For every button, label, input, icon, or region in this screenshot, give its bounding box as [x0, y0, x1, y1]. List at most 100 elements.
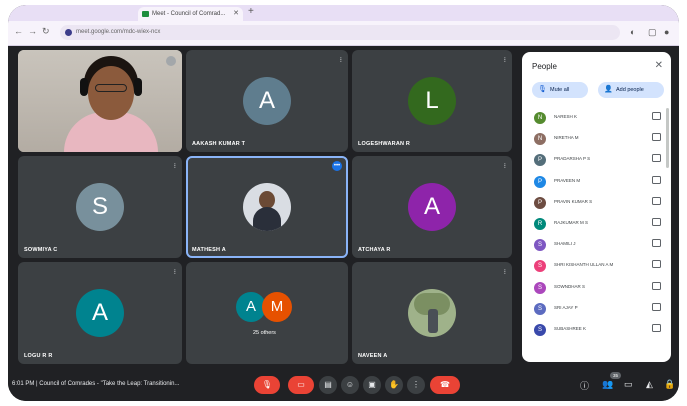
people-list-item[interactable]: R RAJKUMAR M S — [530, 214, 665, 235]
people-icon[interactable]: 👥 — [602, 379, 613, 390]
tab-title: Meet - Council of Comrad... — [152, 11, 226, 17]
people-list-item[interactable]: S SUBASHREE K — [530, 320, 665, 341]
more-icon[interactable]: ⁝ — [340, 56, 342, 64]
people-list-item[interactable]: S SOWNDHAR S — [530, 278, 665, 299]
person-avatar: R — [534, 217, 546, 230]
captions-button[interactable]: ▤ — [319, 376, 337, 394]
more-icon[interactable]: ⁝ — [504, 268, 506, 276]
participant-tile-active[interactable]: ••• MATHESH A — [186, 156, 348, 258]
people-list-item[interactable]: N NARESH K — [530, 108, 665, 129]
participant-name: NAVEEN A — [358, 353, 388, 359]
message-icon[interactable] — [652, 175, 661, 184]
person-name: SUBASHREE K — [554, 325, 587, 331]
more-icon[interactable]: ⁝ — [504, 162, 506, 170]
people-list-item[interactable]: S SHRI KISHANTH ULLAN A M — [530, 256, 665, 277]
people-list-item[interactable]: P PRAVEEN M — [530, 172, 665, 193]
participant-tile[interactable]: S ⁝ SOWMIYA C — [18, 156, 182, 258]
person-avatar: P — [534, 196, 546, 209]
mute-all-button[interactable]: 🎙 Mute all — [532, 82, 588, 98]
message-icon[interactable] — [652, 112, 661, 120]
close-icon[interactable]: ✕ — [655, 60, 663, 71]
host-controls-icon[interactable]: 🔒 — [664, 379, 675, 390]
leave-call-button[interactable]: ☎ — [430, 376, 460, 394]
app-window: Meet - Council of Comrad... ✕ + ← → ↻ me… — [8, 5, 679, 401]
url-text: meet.google.com/mdc-wiex-ncx — [76, 29, 161, 35]
mute-all-label: Mute all — [550, 87, 570, 93]
participant-tile[interactable]: A ⁝ LOGU R R — [18, 262, 182, 364]
photo-body — [253, 207, 281, 231]
person-avatar: S — [534, 260, 546, 273]
more-icon[interactable]: ⁝ — [174, 162, 176, 170]
participant-avatar: M — [262, 292, 292, 322]
mic-off-icon: 🎙 — [538, 86, 547, 93]
others-tile[interactable]: A M 25 others — [186, 262, 348, 364]
forward-icon[interactable]: → — [28, 26, 37, 36]
participant-name: MATHESH A — [192, 247, 226, 253]
camera-person-glasses — [95, 84, 127, 92]
window-icon[interactable]: ▢ — [648, 27, 657, 38]
add-people-button[interactable]: 👤 Add people — [598, 82, 664, 98]
back-icon[interactable]: ← — [14, 26, 23, 36]
people-list-item[interactable]: P PRAVIN KUMAR S — [530, 193, 665, 214]
participant-name: ATCHAYA R — [358, 247, 391, 253]
meeting-time-title: 6:01 PM | Council of Comrades - "Take th… — [12, 381, 180, 387]
scrollbar[interactable] — [666, 108, 669, 168]
speaking-indicator-icon: ••• — [332, 161, 342, 171]
people-panel: People ✕ 🎙 Mute all 👤 Add people N NARESH… — [522, 52, 671, 362]
address-bar-area: ← → ↻ meet.google.com/mdc-wiex-ncx ◐ ▢ ● — [8, 21, 679, 46]
person-avatar: S — [534, 239, 546, 252]
participant-tile[interactable]: L ⁝ LOGESHWARAN R — [352, 50, 512, 152]
reload-icon[interactable]: ↻ — [42, 26, 50, 37]
camera-off-button[interactable]: ▭ — [288, 376, 314, 394]
people-list-item[interactable]: S SRI AJAY P — [530, 299, 665, 320]
participant-tile[interactable]: ⁝ NAVEEN A — [352, 262, 512, 364]
people-list-item[interactable]: P PRADARSHA P S — [530, 150, 665, 171]
message-icon[interactable] — [652, 323, 661, 332]
person-name: SRI AJAY P — [554, 304, 578, 310]
extension-icon[interactable]: ◐ — [630, 27, 635, 37]
more-options-button[interactable]: ⋮ — [407, 376, 425, 394]
message-icon[interactable] — [652, 154, 661, 163]
message-icon[interactable] — [652, 133, 661, 142]
site-info-icon[interactable] — [65, 29, 72, 36]
participant-name: SOWMIYA C — [24, 247, 58, 253]
message-icon[interactable] — [652, 281, 661, 290]
message-icon[interactable] — [652, 217, 661, 226]
message-icon[interactable] — [652, 196, 661, 205]
add-person-icon: 👤 — [604, 86, 613, 93]
photo-person — [428, 309, 438, 333]
participant-name: LOGESHWARAN R — [358, 141, 411, 147]
raise-hand-button[interactable]: ✋ — [385, 376, 403, 394]
participant-tile[interactable]: A ⁝ ATCHAYA R — [352, 156, 512, 258]
participant-name: AAKASH KUMAR T — [192, 141, 246, 147]
participant-name: LOGU R R — [24, 353, 53, 359]
participant-tile[interactable]: A ⁝ AAKASH KUMAR T — [186, 50, 348, 152]
reactions-button[interactable]: ☺ — [341, 376, 359, 394]
info-icon[interactable]: ⓘ — [580, 379, 589, 392]
message-icon[interactable] — [652, 302, 661, 311]
browser-tab[interactable]: Meet - Council of Comrad... ✕ — [138, 7, 243, 21]
activities-icon[interactable]: ◭ — [646, 379, 653, 390]
add-people-label: Add people — [616, 87, 644, 93]
url-field[interactable]: meet.google.com/mdc-wiex-ncx — [60, 25, 620, 40]
more-icon[interactable]: ⁝ — [174, 268, 176, 276]
present-button[interactable]: ▣ — [363, 376, 381, 394]
chat-icon[interactable]: ▭ — [624, 379, 633, 390]
message-icon[interactable] — [652, 260, 661, 269]
people-list-item[interactable]: S SHAMILI J — [530, 235, 665, 256]
more-icon[interactable]: ⁝ — [504, 56, 506, 64]
message-icon[interactable] — [652, 239, 661, 248]
close-icon[interactable]: ✕ — [233, 7, 239, 21]
mic-off-button[interactable]: 🎙 — [254, 376, 280, 394]
person-avatar: N — [534, 133, 546, 146]
headset-icon — [80, 78, 88, 96]
person-avatar: S — [534, 281, 546, 294]
meeting-control-bar: 6:01 PM | Council of Comrades - "Take th… — [8, 371, 679, 401]
new-tab-icon[interactable]: + — [248, 6, 254, 17]
participant-photo — [243, 183, 291, 231]
tile-options-icon[interactable] — [166, 56, 176, 66]
participant-tile-self[interactable] — [18, 50, 182, 152]
people-list-item[interactable]: N NIRETHA M — [530, 129, 665, 150]
participant-avatar: A — [76, 289, 124, 337]
profile-icon[interactable]: ● — [664, 27, 669, 37]
